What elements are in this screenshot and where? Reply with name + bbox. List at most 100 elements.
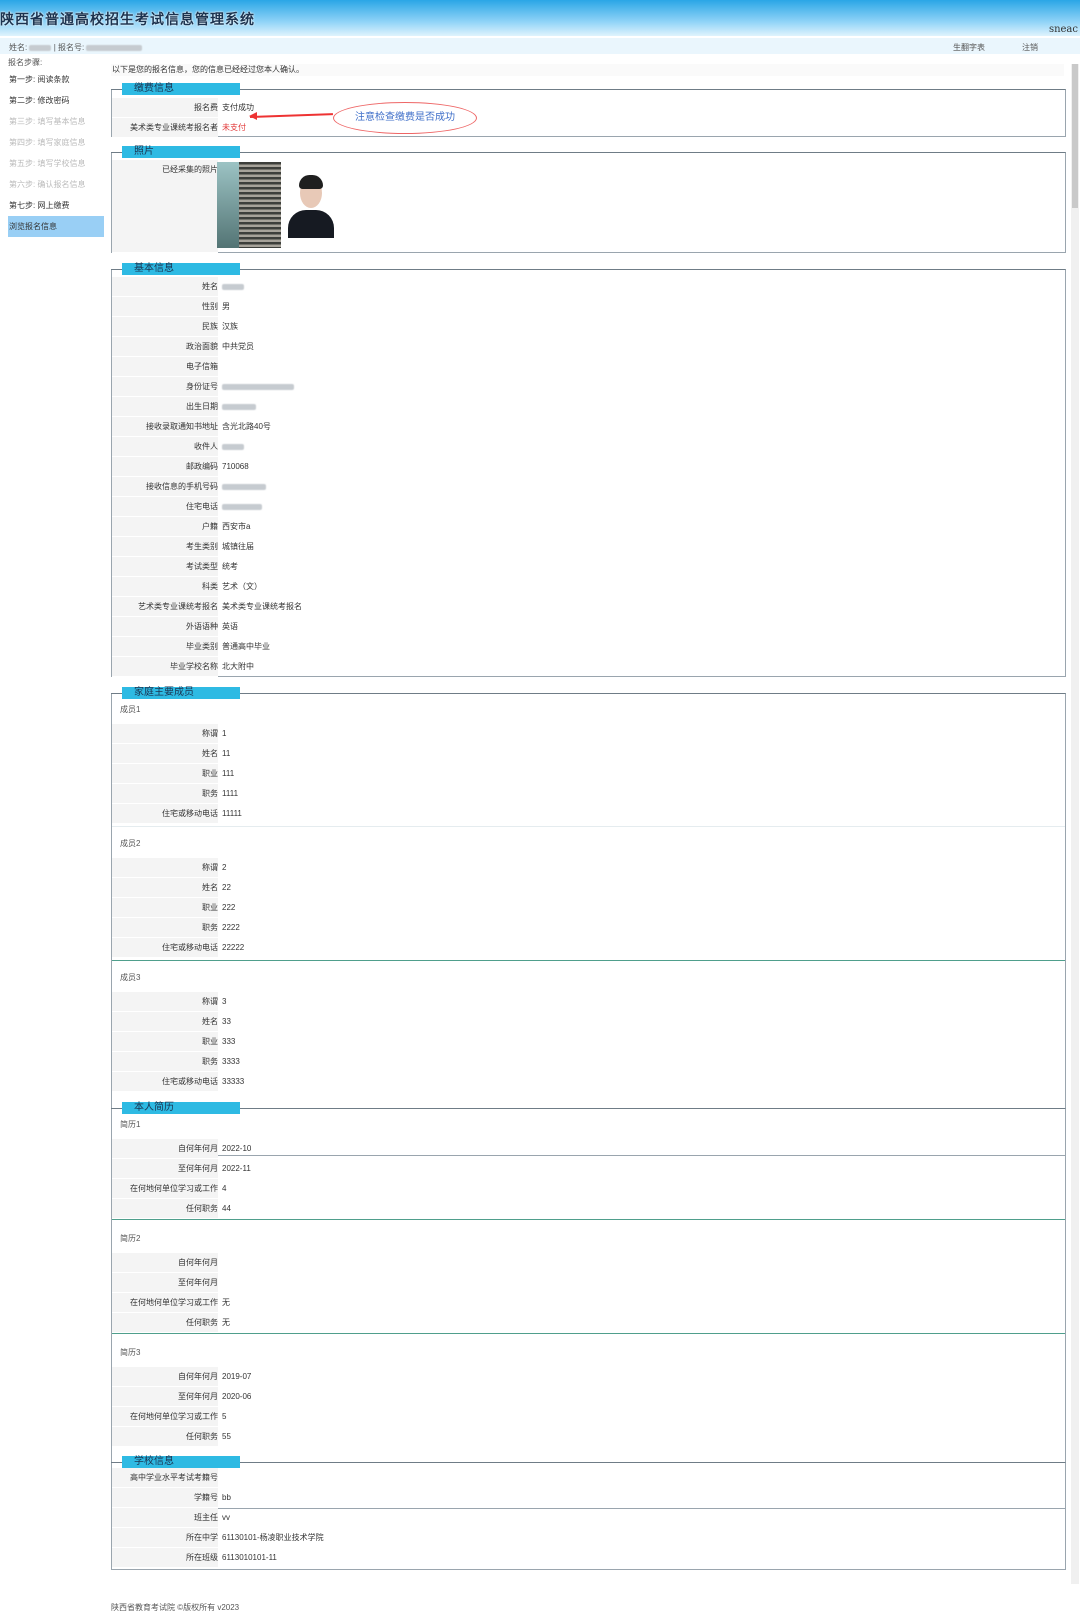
info-row: 自何年何月	[112, 1253, 1065, 1273]
field-value: 汉族	[222, 322, 238, 331]
field-value: bb	[222, 1493, 231, 1502]
top-banner: 陕西省普通高校招生考试信息管理系统 sneac	[0, 0, 1080, 36]
field-label: 在何地何单位学习或工作	[112, 1293, 218, 1313]
basic-info-section: 基本信息 姓名 性别男民族 汉族 政治面貌 中共党员 电子信箱 身份证号 出生日期 接收录取通知…	[111, 263, 1066, 677]
info-row: 毕业学校名称 北大附中	[112, 657, 1065, 677]
field-value: 城镇往届	[222, 542, 254, 551]
info-row: 接收信息的手机号码	[112, 477, 1065, 497]
field-value: 6113010101-11	[222, 1553, 277, 1562]
sidebar-step-4: 第四步: 填写家庭信息	[9, 138, 86, 147]
field-label: 自何年何月	[112, 1139, 218, 1159]
field-value: 中共党员	[222, 342, 254, 351]
family-legend: 家庭主要成员	[122, 687, 240, 699]
annotation-arrowhead	[249, 112, 257, 120]
field-value	[219, 277, 244, 296]
field-value: 无	[222, 1298, 230, 1307]
user-info-bar: 姓名: | 报名号: 生翻字表 注销	[0, 38, 1080, 54]
field-label: 考试类型	[112, 557, 218, 577]
field-label: 自何年何月	[112, 1253, 218, 1273]
info-row: 自何年何月 2022-10	[112, 1139, 1065, 1159]
sidebar-step-7[interactable]: 第七步: 网上缴费	[8, 195, 104, 216]
annotation-callout: 注意检查缴费是否成功	[333, 102, 477, 134]
field-label: 称谓	[112, 858, 218, 878]
info-row: 接收录取通知书地址 含光北路40号	[112, 417, 1065, 437]
field-value: 11111	[222, 809, 242, 818]
fee-row: 美术类专业课统考报名者 未支付	[112, 118, 1065, 138]
subsection-title: 简历1	[120, 1120, 141, 1129]
field-label: 至何年何月	[112, 1159, 218, 1179]
field-value: 5	[222, 1412, 227, 1421]
field-value: 西安市a	[222, 522, 251, 531]
print-link[interactable]: 生翻字表	[953, 42, 985, 53]
field-value: 111	[222, 769, 235, 778]
divider	[112, 826, 1065, 827]
field-value: 2022-10	[222, 1144, 252, 1153]
field-label: 姓名	[112, 1012, 218, 1032]
field-value: 2022-11	[222, 1164, 251, 1173]
field-value: 55	[222, 1432, 231, 1441]
info-row: 所在中学 61130101-杨凌职业技术学院	[112, 1528, 1065, 1548]
field-value	[219, 1273, 222, 1292]
subsection-title: 简历3	[120, 1348, 141, 1357]
field-label: 称谓	[112, 992, 218, 1012]
info-row: 任何职务 44	[112, 1199, 1065, 1219]
divider	[112, 1219, 1065, 1220]
field-value: 无	[222, 1318, 230, 1327]
field-label: 民族	[112, 317, 218, 337]
field-value: 2222	[222, 923, 240, 932]
reg-label: | 报名号:	[53, 43, 85, 52]
field-label: 住宅或移动电话	[112, 1072, 218, 1092]
info-row: 称谓 2	[112, 858, 1065, 878]
info-row: 至何年何月	[112, 1273, 1065, 1293]
subsection-title: 简历2	[120, 1234, 141, 1243]
field-value: 美术类专业课统考报名	[222, 602, 302, 611]
field-label: 至何年何月	[112, 1387, 218, 1407]
field-label: 住宅电话	[112, 497, 218, 517]
blurred-value	[222, 483, 266, 490]
info-row: 考试类型 统考	[112, 557, 1065, 577]
field-label: 毕业学校名称	[112, 657, 218, 677]
field-label: 电子信箱	[112, 357, 218, 377]
fee-label: 美术类专业课统考报名者	[112, 118, 218, 138]
field-value: 3333	[222, 1057, 240, 1066]
field-label: 学籍号	[112, 1488, 218, 1508]
info-row: 性别男	[112, 297, 1065, 317]
field-value: 2020-06	[222, 1392, 252, 1401]
sidebar-step-2[interactable]: 第二步: 修改密码	[8, 90, 104, 111]
field-value	[219, 437, 244, 456]
info-row: 至何年何月 2022-11	[112, 1159, 1065, 1179]
info-row: 姓名 11	[112, 744, 1065, 764]
blurred-value	[222, 403, 256, 410]
info-row: 任何职务 55	[112, 1427, 1065, 1447]
field-label: 接收信息的手机号码	[112, 477, 218, 497]
info-row: 住宅电话	[112, 497, 1065, 517]
field-value	[219, 377, 294, 396]
info-row: 住宅或移动电话 11111	[112, 804, 1065, 824]
field-label: 任何职务	[112, 1313, 218, 1333]
info-row: 职务 1111	[112, 784, 1065, 804]
scrollbar[interactable]	[1071, 64, 1079, 1584]
sidebar-header: 报名步骤:	[8, 58, 43, 67]
info-row: 所在班级 6113010101-11	[112, 1548, 1065, 1568]
field-label: 职务	[112, 918, 218, 938]
info-row: 住宅或移动电话 22222	[112, 938, 1065, 958]
info-row: 民族 汉族	[112, 317, 1065, 337]
sidebar-step-6: 第六步: 确认报名信息	[9, 180, 86, 189]
info-row: 电子信箱	[112, 357, 1065, 377]
sidebar-step-1[interactable]: 第一步: 阅读条款	[8, 69, 104, 90]
resume-legend: 本人简历	[122, 1102, 240, 1114]
info-row: 考生类别 城镇往届	[112, 537, 1065, 557]
logout-link[interactable]: 注销	[1022, 42, 1038, 53]
field-label: 出生日期	[112, 397, 218, 417]
field-label: 职业	[112, 764, 218, 784]
field-label: 职务	[112, 1052, 218, 1072]
field-label: 任何职务	[112, 1199, 218, 1219]
field-label: 所在班级	[112, 1548, 218, 1568]
field-value: 333	[222, 1037, 236, 1046]
scrollbar-thumb[interactable]	[1072, 64, 1078, 208]
field-value: 男	[222, 302, 230, 311]
fee-status-unpaid: 未支付	[222, 123, 246, 132]
field-value: 含光北路40号	[222, 422, 271, 431]
sidebar-item-browse[interactable]: 浏览报名信息	[8, 216, 104, 237]
brand-text: sneac	[1048, 24, 1078, 35]
